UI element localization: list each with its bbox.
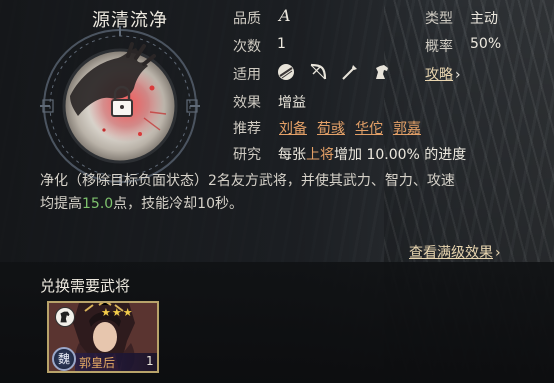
exchange-title: 兑换需要武将 (40, 277, 131, 295)
count-value: 1 (277, 36, 286, 52)
rate-value: 50% (470, 36, 502, 52)
general-count: 1 (146, 354, 154, 368)
research-suffix: 增加 10.00% 的进度 (334, 147, 467, 163)
rate-label: 概率 (425, 39, 453, 55)
view-full-effect-link[interactable]: 查看满级效果 › (409, 242, 501, 262)
suit-label: 适用 (233, 67, 261, 83)
recommend-general-1[interactable]: 刘备 (279, 118, 307, 138)
chevron-right-icon: › (495, 245, 501, 261)
recommend-general-3[interactable]: 华佗 (355, 118, 383, 138)
type-value: 主动 (470, 11, 498, 27)
strategy-label[interactable]: 攻略 (425, 67, 453, 83)
shield-icon (276, 62, 296, 82)
strategy-link[interactable]: 攻略 › (425, 64, 461, 84)
quality-value: A (279, 6, 291, 25)
research-progress-text: 每张上将增加 10.00% 的进度 (278, 144, 466, 164)
view-full-effect-label[interactable]: 查看满级效果 (409, 245, 493, 261)
description-line-2: 均提高15.0点，技能冷却10秒。 (40, 193, 505, 216)
description-line-2-suffix: 点，技能冷却10秒。 (113, 196, 243, 212)
general-name: 郭皇后 (79, 356, 116, 370)
research-label: 研究 (233, 147, 261, 163)
spear-icon (340, 62, 360, 82)
quality-label: 品质 (233, 11, 261, 27)
recommend-label: 推荐 (233, 121, 261, 137)
count-label: 次数 (233, 39, 261, 55)
chevron-right-icon: › (455, 67, 461, 83)
faction-badge: 魏 (52, 347, 76, 371)
description-line-2-prefix: 均提高 (40, 196, 82, 212)
recommend-general-2[interactable]: 荀彧 (317, 118, 345, 138)
research-prefix: 每张 (278, 147, 306, 163)
type-label: 类型 (425, 11, 453, 27)
effect-label: 效果 (233, 95, 261, 111)
skill-emblem-icon (40, 26, 200, 186)
effect-value: 增益 (278, 95, 306, 111)
recommend-general-4[interactable]: 郭嘉 (393, 118, 421, 138)
star-rating: ★★★ (101, 306, 134, 319)
general-card[interactable]: ★★★ 魏 郭皇后 1 (47, 301, 159, 373)
bow-icon (308, 62, 328, 82)
description-line-1: 净化（移除目标负面状态）2名友方武将，并使其武力、智力、攻速 (40, 173, 455, 189)
horse-icon (55, 307, 75, 327)
research-highlight: 上将 (306, 147, 334, 163)
horse-icon (372, 62, 392, 82)
description-number: 15.0 (82, 196, 114, 212)
suit-icons (276, 62, 392, 82)
skill-description: 净化（移除目标负面状态）2名友方武将，并使其武力、智力、攻速 均提高15.0点，… (40, 170, 505, 216)
